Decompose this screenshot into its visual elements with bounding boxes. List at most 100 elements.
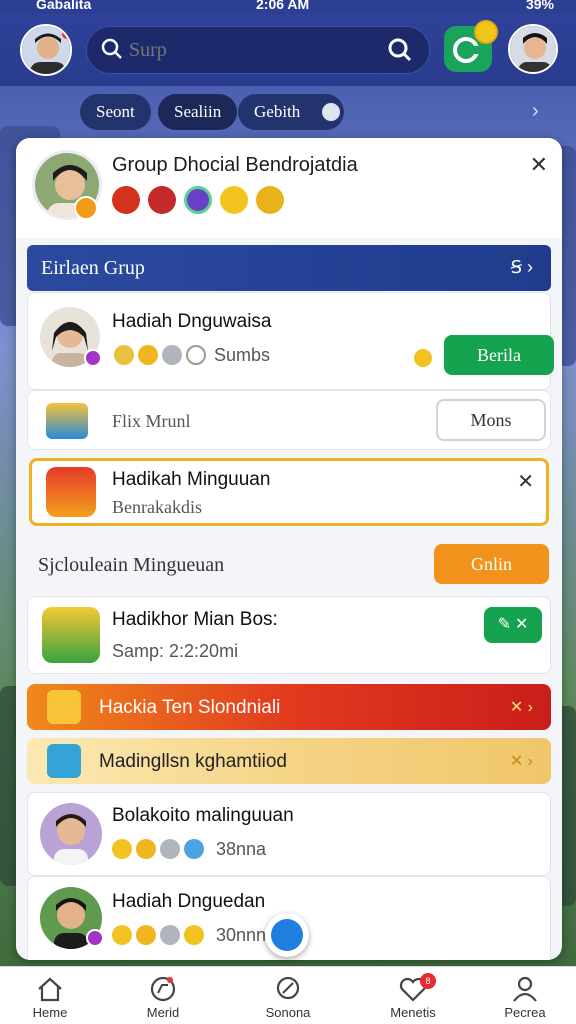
list-item: Flix Mrunl Mons	[27, 390, 551, 450]
group-title: Group Dhocial Bendrojatdia	[112, 154, 358, 176]
status-bar: Gabalita 2:06 AM 39%	[0, 0, 576, 14]
friend-name: Bolakoito malinguuan	[112, 805, 294, 826]
nav-label: Sonona	[265, 1005, 311, 1020]
section-header: Eirlaen Grup Ꞩ ›	[27, 245, 551, 291]
item-title: Hadikah Minguuan	[112, 469, 271, 490]
reward-icons	[114, 345, 210, 365]
online-badge-icon	[84, 349, 102, 367]
banner-label: Madingllsn kghamtiiod	[99, 751, 287, 772]
coin-badge-icon	[474, 20, 498, 44]
chip-seont[interactable]: Seont	[80, 94, 151, 130]
refresh-fab[interactable]	[265, 913, 309, 957]
search-submit-icon[interactable]	[387, 37, 413, 68]
more-label: Mons	[470, 410, 512, 430]
nav-home[interactable]: Heme	[5, 975, 95, 1020]
top-app-bar	[0, 14, 576, 86]
chevron-right-icon: ✕ ›	[509, 699, 533, 716]
expand-button[interactable]: ✎ ✕	[484, 607, 542, 643]
level-badge-icon	[74, 196, 98, 220]
chevron-right-icon: ✕ ›	[509, 753, 533, 770]
section-title: Eirlaen Grup	[41, 257, 145, 279]
coin-stack-badge-icon	[256, 186, 284, 214]
silver-coin-icon	[160, 925, 180, 945]
reward-icons	[112, 925, 208, 945]
coin-icon	[138, 345, 158, 365]
nav-sonona[interactable]: Sonona	[243, 975, 333, 1020]
toy-car-icon	[46, 467, 96, 517]
highlighted-item[interactable]: Hadikah Minguuan Benrakakdis ✕	[29, 458, 549, 526]
more-button[interactable]: Mons	[436, 399, 546, 441]
coin-icon	[112, 839, 132, 859]
nav-label: Merid	[146, 1005, 180, 1020]
nav-menetis[interactable]: 8 Menetis	[368, 973, 458, 1020]
profile-avatar[interactable]	[20, 24, 72, 76]
friend-avatar[interactable]	[508, 24, 558, 74]
gift-icon	[47, 744, 81, 778]
coin-badge-icon	[220, 186, 248, 214]
battery-level: 39%	[525, 0, 554, 12]
join-button[interactable]: Gnlin	[434, 544, 549, 584]
silver-coin-icon	[162, 345, 182, 365]
friend-stat: 38nna	[216, 839, 267, 859]
star-icon	[186, 345, 206, 365]
coin-icon	[114, 345, 134, 365]
gem-icon	[184, 839, 204, 859]
gift-box-card[interactable]: Hadikhor Mian Bos: Samp: 2:2:20mi ✎ ✕	[27, 596, 551, 674]
group-sheet: Group Dhocial Bendrojatdia ✕ Eirlaen Gru…	[16, 138, 562, 960]
clock: 2:06 AM	[256, 0, 310, 12]
chip-sealiin[interactable]: Sealiin	[158, 94, 238, 130]
sword-badge-icon	[148, 186, 176, 214]
chevron-right-icon[interactable]: ›	[532, 100, 539, 123]
claim-button[interactable]: Berila	[444, 335, 554, 375]
reward-banner[interactable]: Madingllsn kghamtiiod ✕ ›	[27, 738, 551, 784]
rewards-button[interactable]	[444, 20, 498, 72]
coin-icon	[136, 839, 156, 859]
profile-icon	[513, 976, 537, 1002]
box-title: Hadikhor Mian Bos:	[112, 609, 278, 630]
nav-label: Menetis	[390, 1005, 436, 1020]
coin-icon	[184, 925, 204, 945]
friend-row[interactable]: Bolakoito malinguuan 38nna	[27, 792, 551, 876]
join-label: Gnlin	[470, 554, 512, 574]
event-banner[interactable]: Hackia Ten Slondniali ✕ ›	[27, 684, 551, 730]
coin-icon	[136, 925, 156, 945]
reward-icons	[112, 839, 208, 859]
notification-badge: 8	[420, 973, 436, 989]
section-expand-icon[interactable]: Ꞩ ›	[511, 257, 533, 278]
carrier-label: Gabalita	[36, 0, 92, 12]
home-icon	[38, 977, 62, 1002]
refresh-icon	[271, 919, 303, 951]
crate-icon	[47, 690, 81, 724]
item-sub: Sumbs	[214, 345, 271, 365]
banner-label: Hackia Ten Slondniali	[99, 697, 281, 718]
coin-icon	[112, 925, 132, 945]
chip-label: Gebith	[254, 102, 301, 121]
bottom-navigation: Heme Merid Sonona 8 Menetis Pecrea	[0, 966, 576, 1024]
search-icon	[276, 976, 300, 1000]
list-item: Hadiah Dnguwaisa Sumbs Berila	[27, 292, 554, 390]
dismiss-icon[interactable]: ✕	[517, 469, 534, 494]
coin-icon	[414, 349, 432, 367]
gem-badge-icon	[184, 186, 212, 214]
lock-icon	[322, 103, 340, 121]
friend-stat: 30nnn	[216, 925, 267, 945]
nav-label: Pecrea	[504, 1005, 546, 1020]
compass-icon	[150, 976, 176, 1002]
close-icon[interactable]: ✕	[530, 152, 548, 178]
nav-pecrea[interactable]: Pecrea	[480, 975, 570, 1020]
search-input[interactable]	[129, 35, 349, 65]
nav-merid[interactable]: Merid	[118, 975, 208, 1020]
nav-label: Heme	[32, 1005, 68, 1020]
fire-badge-icon	[112, 186, 140, 214]
claim-label: Berila	[477, 345, 521, 365]
silver-coin-icon	[160, 839, 180, 859]
item-sub: Benrakakdis	[112, 497, 202, 517]
friend-avatar	[40, 803, 102, 865]
treasure-box-icon	[46, 403, 88, 439]
item-title: Flix Mrunl	[112, 411, 191, 431]
box-time: Samp: 2:2:20mi	[112, 641, 239, 661]
gift-box-icon	[42, 607, 100, 663]
search-bar[interactable]	[86, 26, 430, 74]
schedule-label: Sjclouleain Mingueuan	[38, 554, 225, 576]
friend-name: Hadiah Dnguedan	[112, 891, 266, 912]
